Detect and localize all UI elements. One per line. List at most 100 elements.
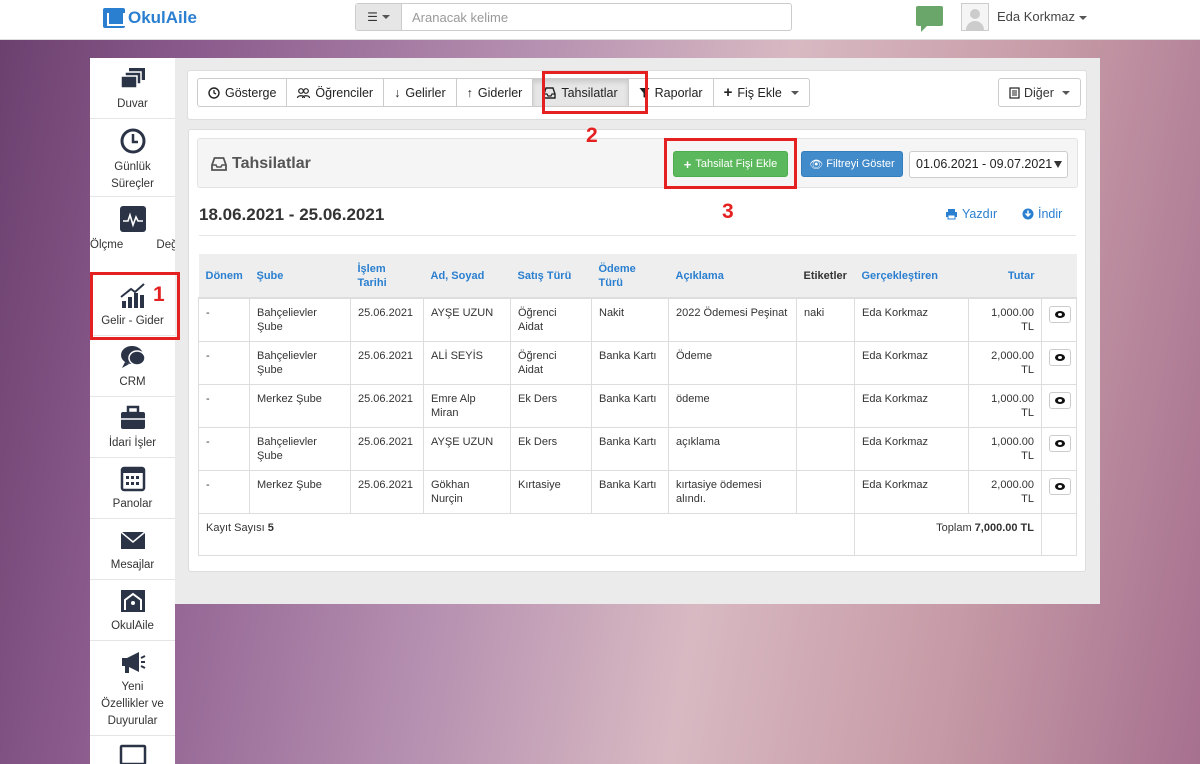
cell-donem: - <box>198 384 250 428</box>
cell-aciklama: 2022 Ödemesi Peşinat <box>668 297 797 342</box>
record-count-label: Kayıt Sayısı <box>206 522 265 534</box>
record-count-value: 5 <box>267 522 274 534</box>
caret-down-icon <box>381 15 390 19</box>
inbox-icon <box>211 157 227 171</box>
calendar-icon <box>120 466 145 492</box>
filter-toggle-button[interactable]: 👁 Filtreyi Göster <box>801 151 903 177</box>
sidebar-item-duvar[interactable]: Duvar <box>90 58 175 119</box>
list-icon <box>1009 86 1020 99</box>
tab-fis-ekle[interactable]: + Fiş Ekle <box>712 78 810 107</box>
col-header-tutar[interactable]: Tutar <box>968 254 1042 299</box>
cell-sube: Merkez Şube <box>249 384 351 428</box>
col-header-sube[interactable]: Şube <box>249 254 351 299</box>
chat-icon[interactable] <box>916 6 943 32</box>
view-eye-icon[interactable] <box>1049 349 1071 366</box>
download-link[interactable]: İndir <box>1022 207 1062 221</box>
cell-tutar: 2,000.00 TL <box>968 341 1042 385</box>
date-range-select[interactable]: 01.06.2021 - 09.07.2021 <box>909 151 1068 178</box>
sidebar-item-gunluk-surecler[interactable]: Günlük Süreçler <box>90 119 175 197</box>
view-eye-icon[interactable] <box>1049 435 1071 452</box>
divider <box>199 235 1076 236</box>
sidebar-item-label: Yeni Özellikler ve Duyurular <box>101 681 164 727</box>
cell-ad-soyad: AYŞE UZUN <box>423 297 511 342</box>
report-range-title: 18.06.2021 - 25.06.2021 <box>199 205 385 224</box>
avatar[interactable] <box>961 3 989 31</box>
cell-gerceklestiren: Eda Korkmaz <box>854 470 969 514</box>
sidebar-item-yeni-ozellikler[interactable]: Yeni Özellikler ve Duyurular <box>90 641 175 736</box>
sidebar-item-more[interactable] <box>90 736 175 764</box>
cell-aciklama: ödeme <box>668 384 797 428</box>
sidebar-item-label: OkulAile <box>111 620 154 632</box>
tab-giderler[interactable]: ↑ Giderler <box>455 78 534 107</box>
clock-icon <box>120 128 145 154</box>
sidebar-item-olcme-degerlendirme[interactable]: Ölçme Değerlendirme <box>90 197 175 275</box>
tab-label: Öğrenciler <box>315 85 374 100</box>
footer-empty-cell <box>1041 513 1077 556</box>
okulaile-logo[interactable]: OkulAile <box>103 8 197 28</box>
other-menu-button[interactable]: Diğer <box>998 78 1081 107</box>
cell-satis-turu: Ek Ders <box>510 427 592 471</box>
other-label: Diğer <box>1024 85 1054 100</box>
cell-gerceklestiren: Eda Korkmaz <box>854 427 969 471</box>
col-header-islem-tarihi[interactable]: İşlem Tarihi <box>350 254 424 299</box>
sidebar-item-label: Panolar <box>112 498 153 510</box>
arrow-up-icon: ↑ <box>466 85 473 100</box>
record-count: Kayıt Sayısı 5 <box>198 513 855 556</box>
cell-etiketler <box>796 470 855 514</box>
sidebar-item-label: Mesajlar <box>110 559 155 571</box>
download-icon <box>1022 208 1034 220</box>
view-eye-icon[interactable] <box>1049 306 1071 323</box>
search-input[interactable] <box>402 4 791 30</box>
total-label: Toplam <box>936 522 972 534</box>
sidebar-item-label: CRM <box>119 376 146 388</box>
tab-gelirler[interactable]: ↓ Gelirler <box>383 78 457 107</box>
col-header-donem[interactable]: Dönem <box>198 254 250 299</box>
cell-sube: Bahçelievler Şube <box>249 427 351 471</box>
col-header-odeme-turu[interactable]: Ödeme Türü <box>591 254 669 299</box>
sidebar-item-panolar[interactable]: Panolar <box>90 458 175 519</box>
envelope-icon <box>120 531 145 549</box>
cell-etiketler <box>796 341 855 385</box>
col-header-gerceklestiren[interactable]: Gerçekleştiren <box>854 254 969 299</box>
pulse-chart-icon <box>119 206 146 232</box>
cell-sube: Bahçelievler Şube <box>249 341 351 385</box>
col-header-satis-turu[interactable]: Satış Türü <box>510 254 592 299</box>
cell-islem-tarihi: 25.06.2021 <box>350 384 424 428</box>
tahsilat-table: Dönem Şube İşlem Tarihi Ad, Soyad Satış … <box>198 254 1077 556</box>
okulaile-logo-icon <box>103 8 125 28</box>
print-label: Yazdır <box>962 207 998 221</box>
cell-gerceklestiren: Eda Korkmaz <box>854 341 969 385</box>
col-header-actions <box>1041 254 1077 299</box>
cell-tutar: 1,000.00 TL <box>968 297 1042 342</box>
view-eye-icon[interactable] <box>1049 392 1071 409</box>
cell-satis-turu: Öğrenci Aidat <box>510 297 592 342</box>
cell-odeme-turu: Banka Kartı <box>591 384 669 428</box>
page-title-text: Tahsilatlar <box>232 155 311 172</box>
cell-aciklama: kırtasiye ödemesi alındı. <box>668 470 797 514</box>
tab-ogrenciler[interactable]: Öğrenciler <box>286 78 385 107</box>
col-header-aciklama[interactable]: Açıklama <box>668 254 797 299</box>
print-link[interactable]: Yazdır <box>945 207 997 221</box>
cell-odeme-turu: Nakit <box>591 297 669 342</box>
sidebar-item-okulaile[interactable]: OkulAile <box>90 580 175 641</box>
dashboard-icon <box>208 86 220 99</box>
sidebar-item-label: Günlük Süreçler <box>111 161 154 190</box>
table-row: - Bahçelievler Şube 25.06.2021 AYŞE UZUN Öğr… <box>198 297 1077 342</box>
cell-etiketler: naki <box>796 297 855 342</box>
sidebar-item-idari-isler[interactable]: İdari İşler <box>90 397 175 458</box>
caret-down-icon <box>1054 161 1062 168</box>
col-header-ad-soyad[interactable]: Ad, Soyad <box>423 254 511 299</box>
filter-toggle-label: Filtreyi Göster <box>826 158 895 170</box>
user-name: Eda Korkmaz <box>997 9 1076 24</box>
view-eye-icon[interactable] <box>1049 478 1071 495</box>
sidebar-item-mesajlar[interactable]: Mesajlar <box>90 519 175 580</box>
tab-gosterge[interactable]: Gösterge <box>197 78 288 107</box>
sidebar-item-crm[interactable]: CRM <box>90 336 175 397</box>
user-menu[interactable]: Eda Korkmaz <box>997 9 1088 24</box>
cell-islem-tarihi: 25.06.2021 <box>350 427 424 471</box>
dashboard-icon <box>119 68 145 89</box>
search-menu-button[interactable]: ☰ <box>356 4 402 30</box>
annotation-number-1: 1 <box>153 283 165 306</box>
view-cell <box>1041 384 1077 428</box>
table-row: - Merkez Şube 25.06.2021 Gökhan Nurçin Kırta… <box>198 470 1077 514</box>
